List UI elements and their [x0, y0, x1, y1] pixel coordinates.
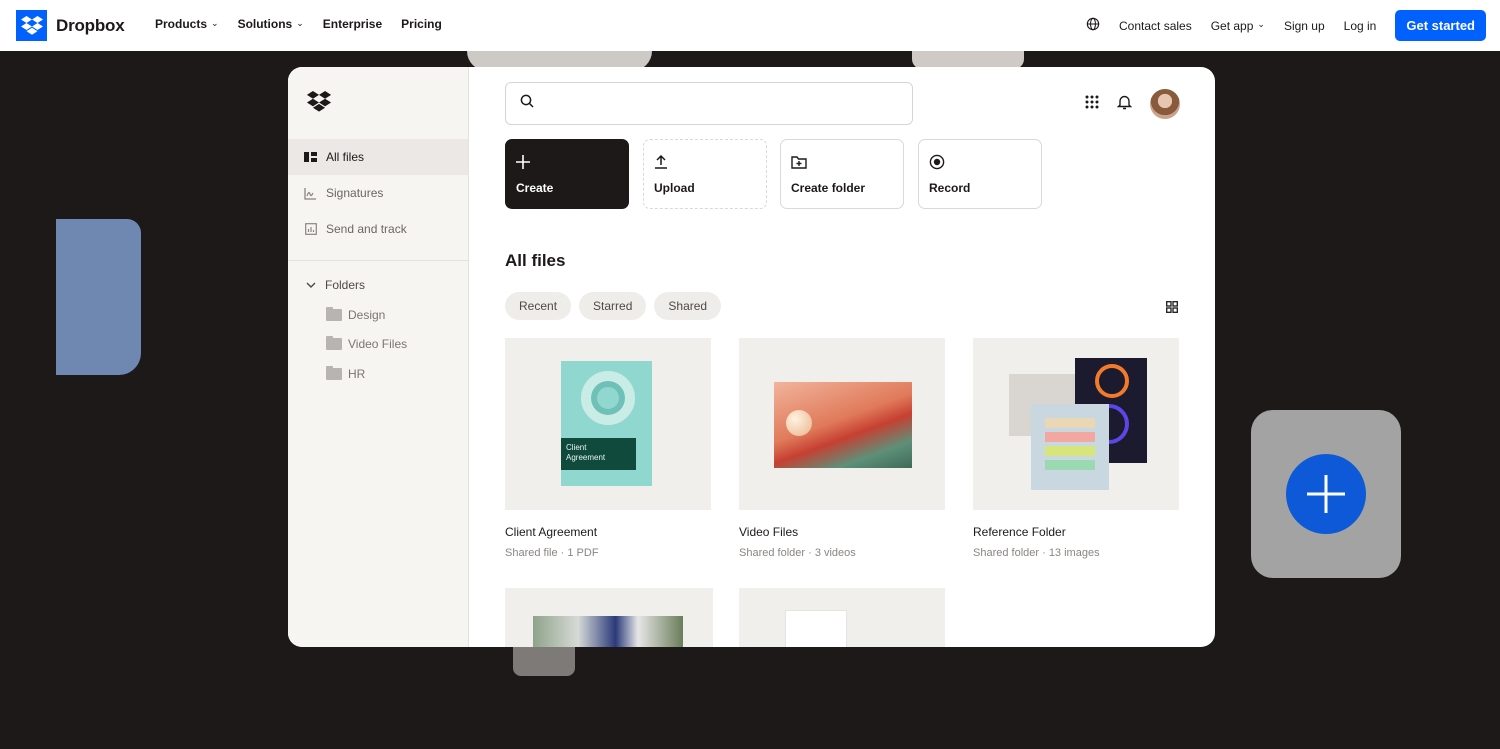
file-card-partial[interactable]	[505, 588, 713, 647]
upload-icon	[654, 152, 756, 172]
file-card-video-files[interactable]: Video Files Shared folder · 3 videos	[739, 338, 945, 559]
grid-view-icon[interactable]	[1166, 300, 1178, 318]
record-button[interactable]: Record	[918, 139, 1042, 209]
search-icon	[520, 94, 534, 113]
file-card-reference-folder[interactable]: Reference Folder Shared folder · 13 imag…	[973, 338, 1179, 559]
folders-label: Folders	[325, 278, 366, 292]
filter-chips: Recent Starred Shared	[505, 292, 722, 320]
chevron-down-icon: ⌄	[211, 17, 219, 28]
chevron-down-icon: ⌄	[1257, 19, 1265, 29]
file-meta: Shared folder · 13 images	[973, 547, 1100, 559]
chip-shared[interactable]: Shared	[654, 292, 722, 320]
sidebar: All files Signatures Send and track Fold…	[288, 67, 469, 647]
sidebar-item-label: All files	[326, 150, 365, 164]
chevron-down-icon: ⌄	[296, 17, 304, 28]
log-in-link[interactable]: Log in	[1344, 19, 1377, 33]
dropbox-mark-icon[interactable]	[306, 91, 332, 118]
file-thumbnail	[739, 338, 945, 510]
sidebar-item-send-and-track[interactable]: Send and track	[288, 211, 468, 247]
layers-image-preview	[1031, 404, 1109, 490]
file-meta: Shared file · 1 PDF	[505, 547, 599, 559]
brand[interactable]: Dropbox	[16, 10, 125, 41]
floating-add-card	[1251, 410, 1401, 578]
brand-name: Dropbox	[56, 15, 125, 35]
file-thumbnail: Client Agreement	[505, 338, 711, 510]
pdf-title-label: Client Agreement	[561, 438, 636, 470]
page-title: All files	[505, 251, 566, 270]
sign-up-link[interactable]: Sign up	[1284, 19, 1325, 33]
create-button[interactable]: Create	[505, 139, 629, 209]
folders-toggle[interactable]: Folders	[306, 278, 365, 292]
video-preview	[774, 382, 912, 468]
sidebar-folder-design[interactable]: Design	[326, 307, 386, 322]
file-card-client-agreement[interactable]: Client Agreement Client Agreement Shared…	[505, 338, 711, 559]
file-card-partial[interactable]	[739, 588, 945, 647]
dropbox-logo-icon	[16, 10, 47, 41]
chart-icon	[304, 223, 317, 236]
sidebar-item-all-files[interactable]: All files	[288, 139, 468, 175]
sidebar-item-label: Send and track	[326, 222, 407, 236]
nav-solutions[interactable]: Solutions ⌄	[238, 17, 304, 31]
file-thumbnail	[973, 338, 1179, 510]
get-app-menu[interactable]: Get app ⌄	[1211, 19, 1265, 33]
folder-icon	[326, 366, 342, 380]
chevron-down-icon	[306, 278, 316, 292]
app-window: All files Signatures Send and track Fold…	[288, 67, 1215, 647]
folder-label: HR	[348, 367, 366, 381]
sidebar-item-signatures[interactable]: Signatures	[288, 175, 468, 211]
file-name: Reference Folder	[973, 525, 1066, 539]
background-card-left	[56, 219, 141, 375]
avatar[interactable]	[1150, 89, 1180, 119]
sidebar-folder-hr[interactable]: HR	[326, 366, 366, 381]
upload-button[interactable]: Upload	[643, 139, 767, 209]
signature-icon	[304, 187, 317, 200]
search-input[interactable]	[505, 82, 913, 125]
folder-label: Design	[348, 308, 386, 322]
create-folder-button[interactable]: Create folder	[780, 139, 904, 209]
nav-solutions-label: Solutions	[237, 17, 293, 31]
get-app-label: Get app	[1210, 18, 1254, 33]
files-icon	[304, 151, 317, 164]
bell-icon[interactable]	[1116, 94, 1133, 115]
nav-right: Contact sales Get app ⌄ Sign up Log in Ge…	[1086, 10, 1486, 41]
folder-icon	[326, 307, 342, 321]
action-label: Upload	[654, 181, 695, 195]
app-grid-icon[interactable]	[1085, 95, 1099, 114]
file-name: Client Agreement	[505, 525, 598, 539]
file-meta: Shared folder · 3 videos	[739, 547, 856, 559]
folder-label: Video Files	[348, 337, 408, 351]
window-toolbar	[1085, 89, 1180, 119]
pdf-preview: Client Agreement	[561, 361, 652, 486]
file-thumbnail	[739, 588, 945, 647]
primary-nav: Products ⌄ Solutions ⌄ Enterprise Pricing	[155, 17, 442, 31]
nav-products-label: Products	[155, 17, 208, 31]
file-name: Video Files	[739, 525, 799, 539]
action-label: Create folder	[791, 181, 866, 195]
nav-enterprise[interactable]: Enterprise	[323, 17, 382, 31]
sidebar-folder-video-files[interactable]: Video Files	[326, 336, 408, 351]
sidebar-divider	[288, 260, 468, 261]
globe-icon[interactable]	[1086, 17, 1100, 34]
add-circle-icon	[1286, 454, 1366, 534]
nav-pricing[interactable]: Pricing	[401, 17, 442, 31]
plus-icon	[516, 152, 618, 172]
chip-recent[interactable]: Recent	[505, 292, 572, 320]
folder-plus-icon	[791, 152, 893, 172]
action-label: Record	[929, 181, 971, 195]
action-label: Create	[516, 181, 554, 195]
record-icon	[929, 152, 1031, 172]
sidebar-item-label: Signatures	[326, 186, 384, 200]
file-thumbnail	[505, 588, 713, 647]
nav-pricing-label: Pricing	[401, 17, 442, 31]
folder-icon	[326, 336, 342, 350]
nav-products[interactable]: Products ⌄	[155, 17, 219, 31]
nav-enterprise-label: Enterprise	[322, 17, 383, 31]
background-card-bottom	[513, 645, 575, 676]
chip-starred[interactable]: Starred	[579, 292, 647, 320]
get-started-button[interactable]: Get started	[1395, 10, 1486, 41]
top-nav: Dropbox Products ⌄ Solutions ⌄ Enterprise …	[0, 0, 1500, 51]
contact-sales-link[interactable]: Contact sales	[1119, 19, 1192, 33]
